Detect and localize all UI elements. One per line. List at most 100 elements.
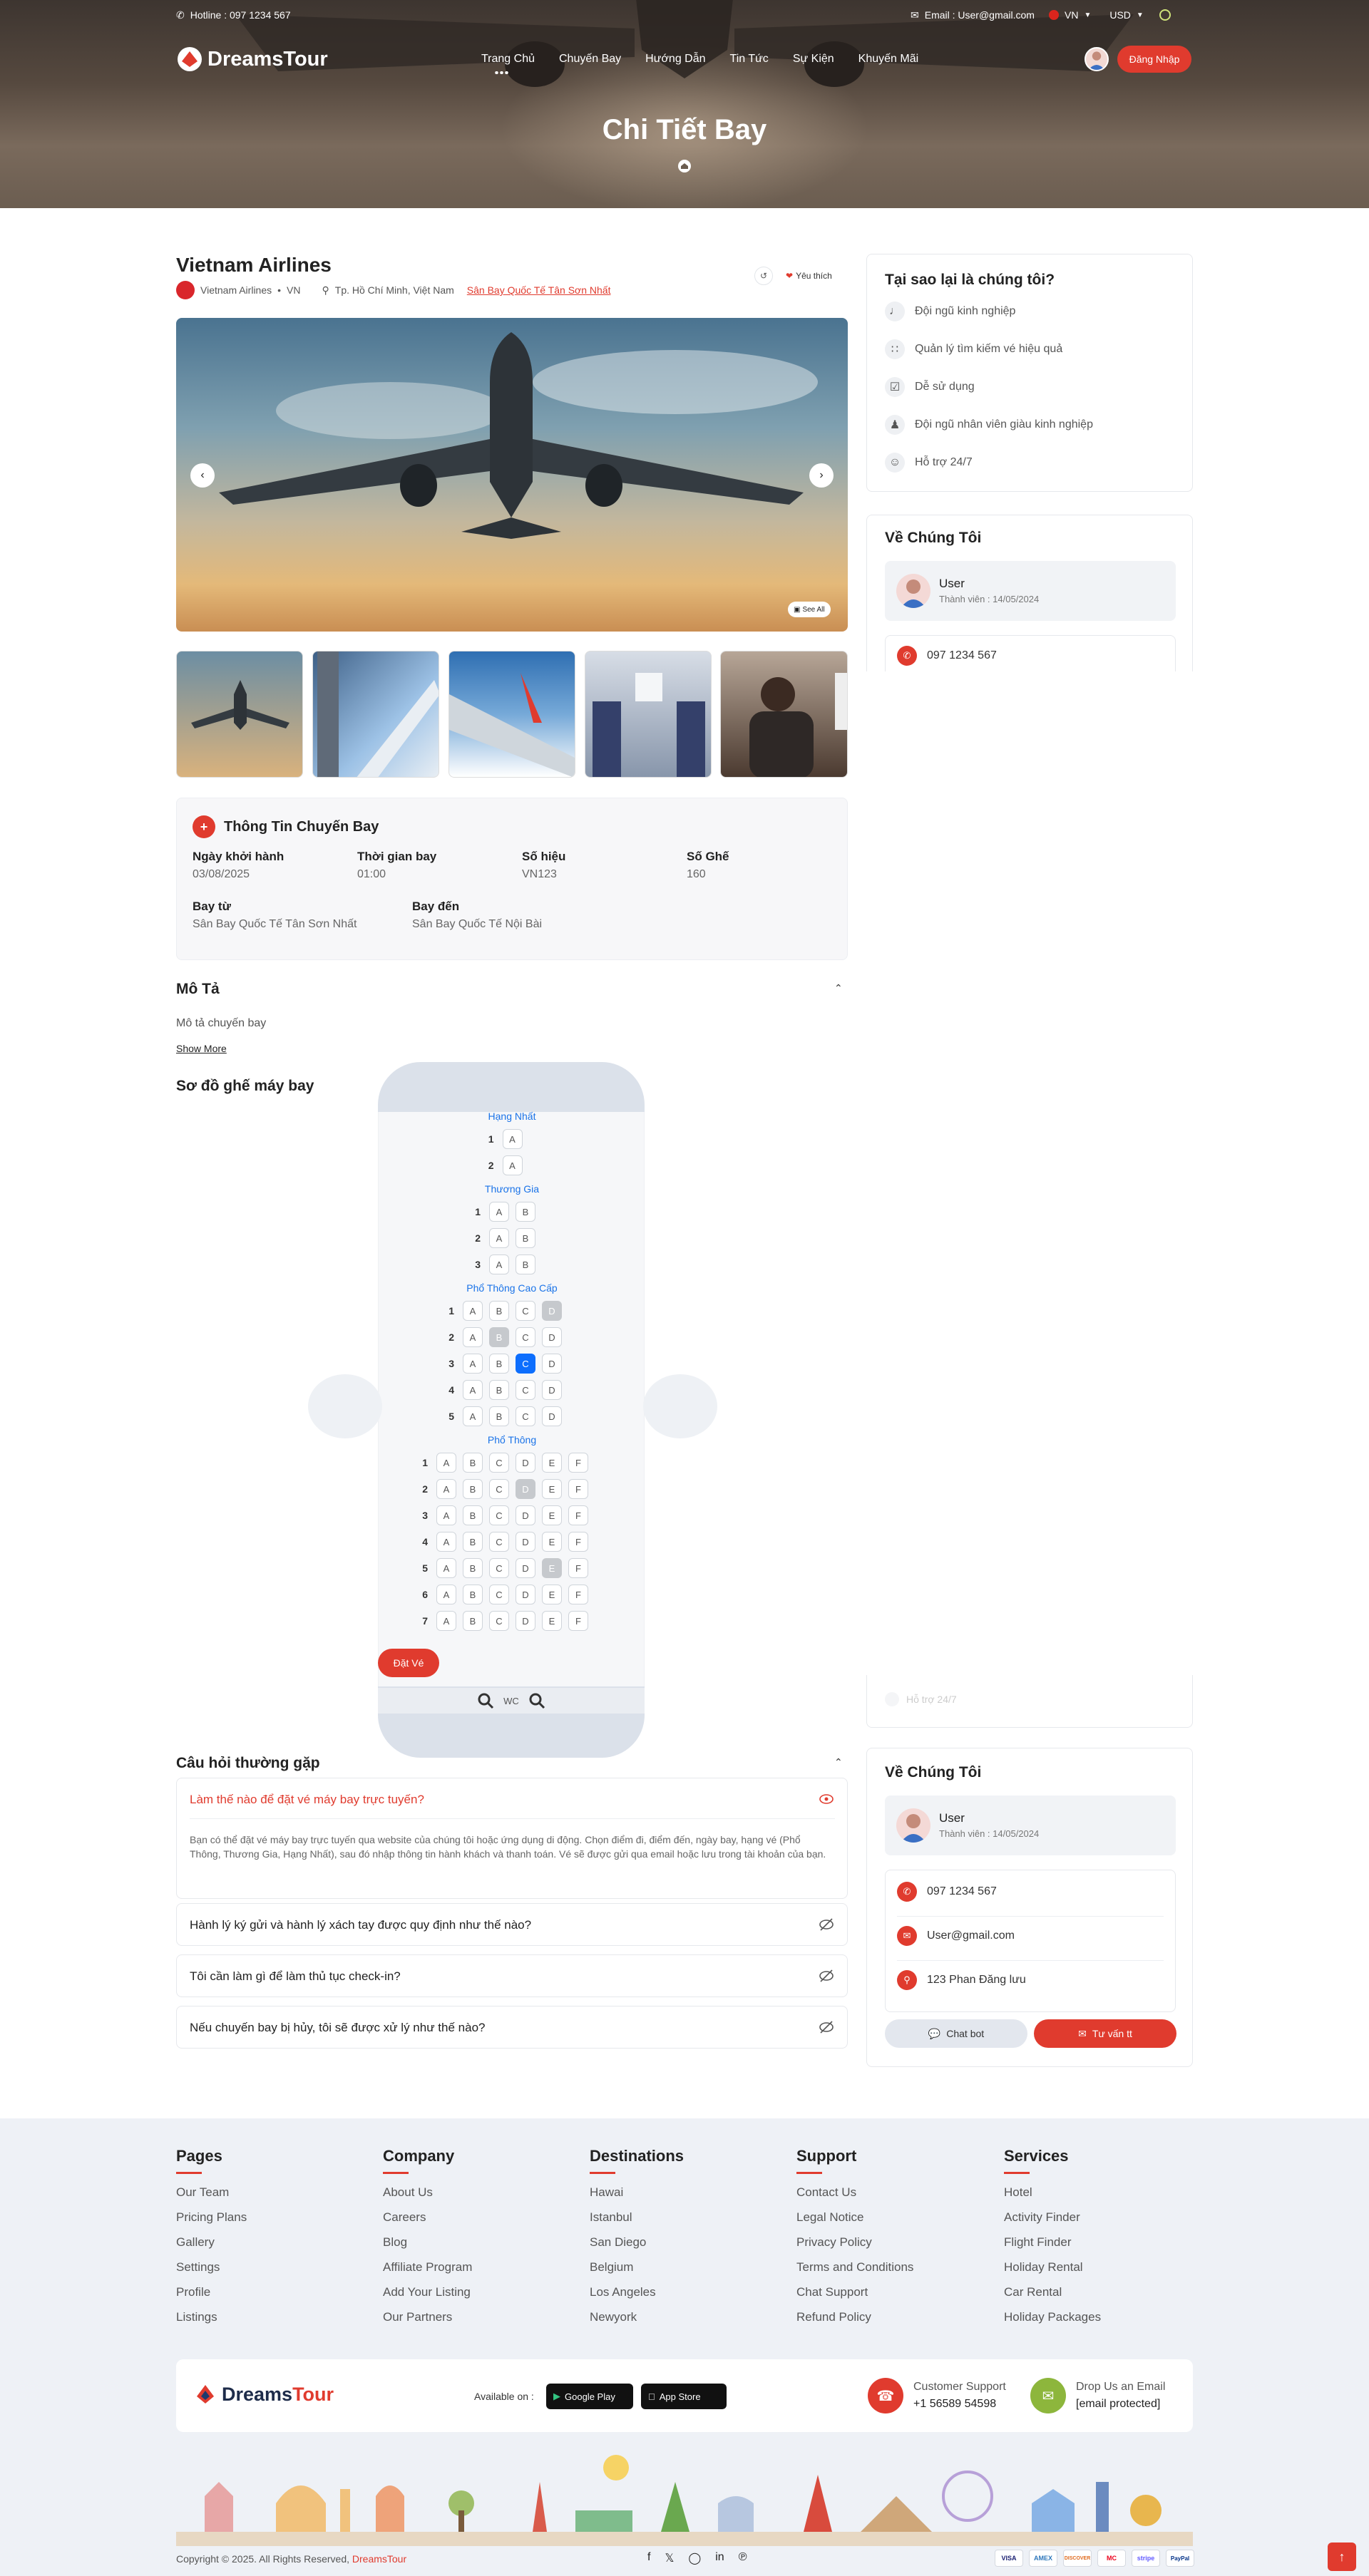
faq-item[interactable]: Hành lý ký gửi và hành lý xách tay được … bbox=[176, 1903, 848, 1946]
footer-link[interactable]: Blog bbox=[383, 2235, 472, 2249]
seat-5a[interactable]: A bbox=[463, 1406, 483, 1426]
cart-icon[interactable] bbox=[1159, 9, 1171, 21]
seat-1a[interactable]: A bbox=[489, 1202, 509, 1222]
x-twitter-icon[interactable]: 𝕏 bbox=[665, 2551, 674, 2565]
see-all-button[interactable]: ▣ See All bbox=[788, 602, 831, 617]
collapse-faq-button[interactable]: ⌃ bbox=[834, 1756, 843, 1768]
footer-link[interactable]: Our Partners bbox=[383, 2310, 472, 2324]
faq-question[interactable]: Nếu chuyến bay bị hủy, tôi sẽ được xử lý… bbox=[190, 2021, 485, 2035]
eye-off-icon[interactable] bbox=[819, 1917, 834, 1932]
thumbnail-5[interactable] bbox=[720, 651, 848, 778]
footer-link[interactable]: Belgium bbox=[590, 2260, 684, 2274]
consult-button[interactable]: ✉ Tư vấn tt bbox=[1034, 2019, 1176, 2048]
instagram-icon[interactable]: ◯ bbox=[688, 2551, 701, 2565]
nav-item-promotions[interactable]: Khuyến Mãi bbox=[858, 53, 919, 66]
seat-2b[interactable]: B bbox=[463, 1479, 483, 1499]
thumbnail-4[interactable] bbox=[585, 651, 712, 778]
seat-1b[interactable]: B bbox=[516, 1202, 535, 1222]
faq-item[interactable]: Nếu chuyến bay bị hủy, tôi sẽ được xử lý… bbox=[176, 2006, 848, 2049]
seat-3e[interactable]: E bbox=[542, 1505, 562, 1525]
collapse-description-button[interactable]: ⌃ bbox=[834, 982, 843, 994]
seat-7e[interactable]: E bbox=[542, 1611, 562, 1631]
footer-link[interactable]: Flight Finder bbox=[1004, 2235, 1101, 2249]
seat-4b[interactable]: B bbox=[489, 1380, 509, 1400]
footer-link[interactable]: Gallery bbox=[176, 2235, 247, 2249]
seat-3b[interactable]: B bbox=[463, 1505, 483, 1525]
footer-link[interactable]: Affiliate Program bbox=[383, 2260, 472, 2274]
seat-2a[interactable]: A bbox=[436, 1479, 456, 1499]
faq-question[interactable]: Tôi cần làm gì để làm thủ tục check-in? bbox=[190, 1969, 401, 1984]
home-icon[interactable] bbox=[678, 160, 691, 172]
nav-item-flights[interactable]: Chuyến Bay bbox=[559, 53, 621, 66]
share-button[interactable]: ↺ bbox=[754, 267, 773, 285]
thumbnail-3[interactable] bbox=[448, 651, 575, 778]
linkedin-icon[interactable]: in bbox=[715, 2551, 724, 2565]
footer-link[interactable]: Hawai bbox=[590, 2185, 684, 2199]
seat-4b[interactable]: B bbox=[463, 1532, 483, 1552]
footer-link[interactable]: Refund Policy bbox=[796, 2310, 913, 2324]
faq-question[interactable]: Hành lý ký gửi và hành lý xách tay được … bbox=[190, 1918, 531, 1932]
seat-3d[interactable]: D bbox=[542, 1354, 562, 1374]
seat-4a[interactable]: A bbox=[463, 1380, 483, 1400]
footer-link[interactable]: Los Angeles bbox=[590, 2285, 684, 2299]
faq-item[interactable]: Tôi cần làm gì để làm thủ tục check-in? bbox=[176, 1954, 848, 1997]
seat-2f[interactable]: F bbox=[568, 1479, 588, 1499]
seat-4d[interactable]: D bbox=[516, 1532, 535, 1552]
seat-2d[interactable]: D bbox=[542, 1327, 562, 1347]
seat-5e[interactable]: E bbox=[542, 1558, 562, 1578]
login-button[interactable]: Đăng Nhập bbox=[1117, 46, 1191, 73]
footer-link[interactable]: Listings bbox=[176, 2310, 247, 2324]
seat-2e[interactable]: E bbox=[542, 1479, 562, 1499]
seat-3c[interactable]: C bbox=[489, 1505, 509, 1525]
seat-5b[interactable]: B bbox=[489, 1406, 509, 1426]
seat-4e[interactable]: E bbox=[542, 1532, 562, 1552]
footer-link[interactable]: Contact Us bbox=[796, 2185, 913, 2199]
app-store-button[interactable]: App Store bbox=[641, 2384, 727, 2409]
footer-link[interactable]: Pricing Plans bbox=[176, 2210, 247, 2224]
email-value[interactable]: [email protected] bbox=[1076, 2398, 1165, 2411]
footer-link[interactable]: Istanbul bbox=[590, 2210, 684, 2224]
nav-item-guide[interactable]: Hướng Dẫn bbox=[645, 53, 705, 66]
seat-2b[interactable]: B bbox=[516, 1228, 535, 1248]
seat-4c[interactable]: C bbox=[489, 1532, 509, 1552]
seat-7a[interactable]: A bbox=[436, 1611, 456, 1631]
eye-off-icon[interactable] bbox=[819, 1968, 834, 1984]
seat-3d[interactable]: D bbox=[516, 1505, 535, 1525]
seat-6f[interactable]: F bbox=[568, 1585, 588, 1604]
seat-6b[interactable]: B bbox=[463, 1585, 483, 1604]
seat-1d[interactable]: D bbox=[516, 1453, 535, 1473]
eye-icon[interactable] bbox=[819, 1791, 834, 1807]
footer-link[interactable]: Settings bbox=[176, 2260, 247, 2274]
seat-2a[interactable]: A bbox=[502, 1155, 523, 1175]
language-select[interactable]: VN bbox=[1065, 9, 1078, 21]
footer-link[interactable]: Careers bbox=[383, 2210, 472, 2224]
seat-1b[interactable]: B bbox=[489, 1301, 509, 1321]
seat-3b[interactable]: B bbox=[516, 1254, 535, 1274]
seat-3a[interactable]: A bbox=[463, 1354, 483, 1374]
seat-4a[interactable]: A bbox=[436, 1532, 456, 1552]
seat-4f[interactable]: F bbox=[568, 1532, 588, 1552]
footer-link[interactable]: Chat Support bbox=[796, 2285, 913, 2299]
favorite-button[interactable]: ❤ Yêu thích bbox=[781, 267, 836, 285]
thumbnail-1[interactable] bbox=[176, 651, 303, 778]
footer-logo[interactable]: Dreams Tour bbox=[193, 2382, 334, 2406]
seat-5c[interactable]: C bbox=[489, 1558, 509, 1578]
seat-5a[interactable]: A bbox=[436, 1558, 456, 1578]
thumbnail-2[interactable] bbox=[312, 651, 439, 778]
seat-3b[interactable]: B bbox=[489, 1354, 509, 1374]
footer-link[interactable]: Terms and Conditions bbox=[796, 2260, 913, 2274]
pinterest-icon[interactable]: ℗ bbox=[739, 2551, 747, 2565]
eye-off-icon[interactable] bbox=[819, 2019, 834, 2035]
seat-7f[interactable]: F bbox=[568, 1611, 588, 1631]
footer-link[interactable]: Holiday Rental bbox=[1004, 2260, 1101, 2274]
faq-question[interactable]: Làm thế nào để đặt vé máy bay trực tuyến… bbox=[190, 1793, 424, 1807]
scroll-to-top-button[interactable]: ↑ bbox=[1328, 2542, 1356, 2571]
footer-link[interactable]: Privacy Policy bbox=[796, 2235, 913, 2249]
prev-image-button[interactable]: ‹ bbox=[190, 463, 215, 488]
seat-1b[interactable]: B bbox=[463, 1453, 483, 1473]
seat-6a[interactable]: A bbox=[436, 1585, 456, 1604]
seat-2d[interactable]: D bbox=[516, 1479, 535, 1499]
seat-5b[interactable]: B bbox=[463, 1558, 483, 1578]
facebook-icon[interactable]: f bbox=[647, 2551, 650, 2565]
footer-link[interactable]: Hotel bbox=[1004, 2185, 1101, 2199]
